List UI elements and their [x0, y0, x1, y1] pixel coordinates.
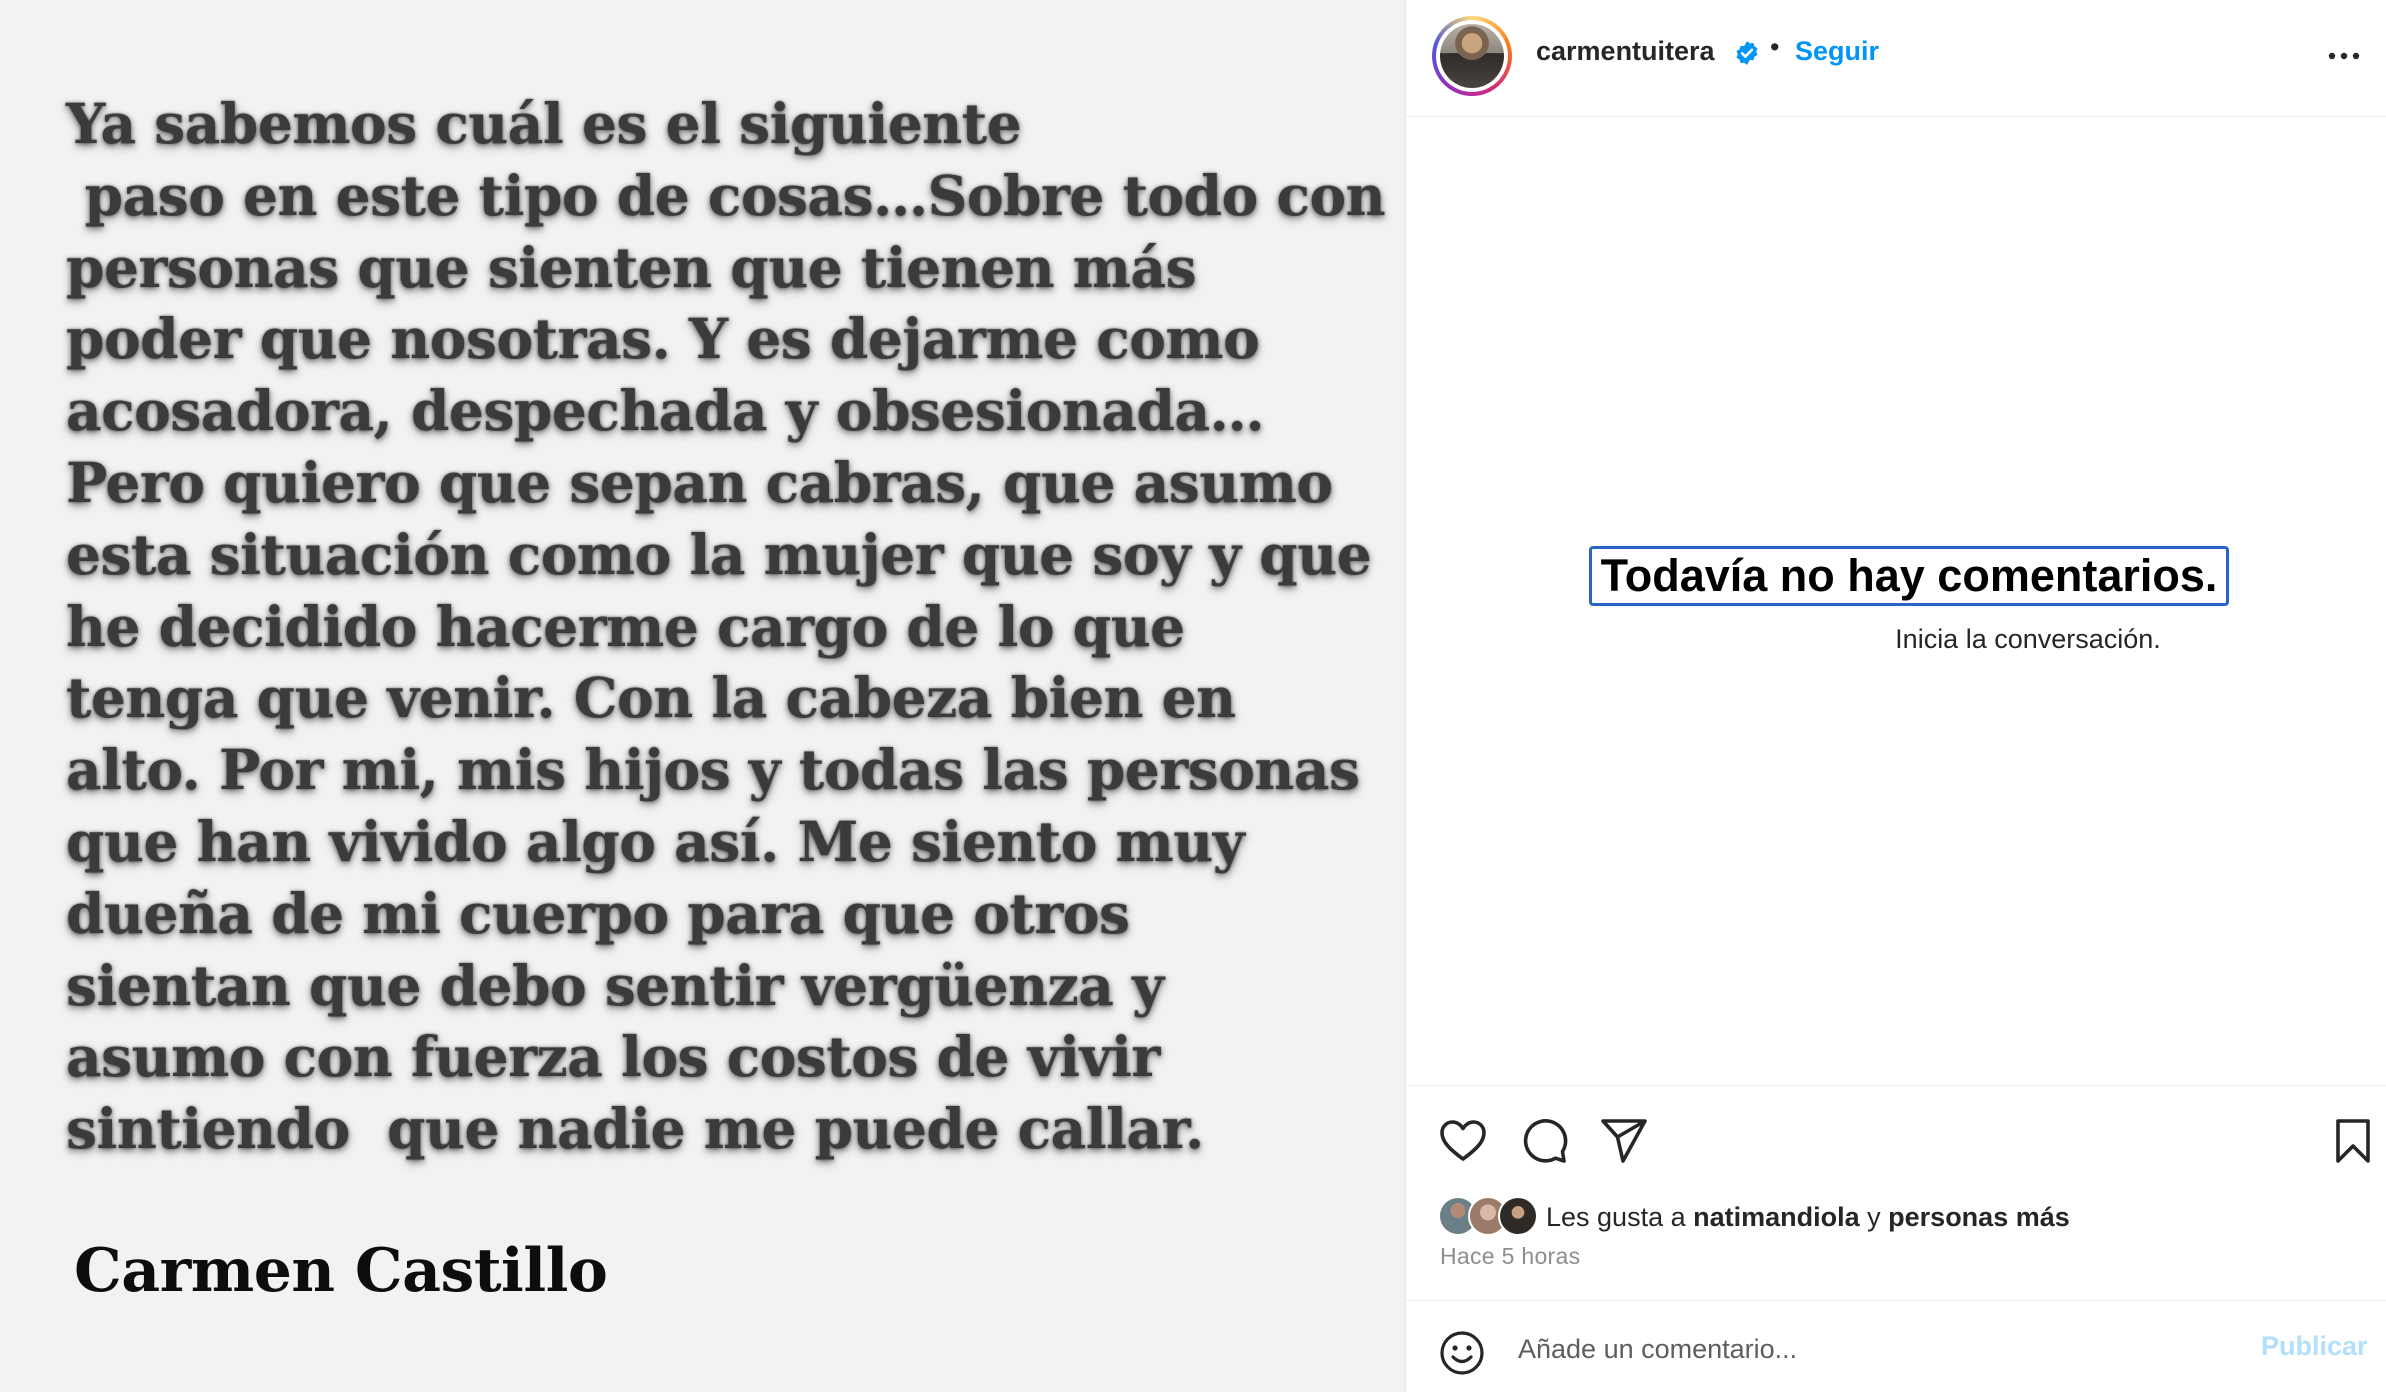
bookmark-icon[interactable]	[2328, 1116, 2378, 1166]
no-comments-subtitle: Inicia la conversación.	[1895, 624, 2161, 654]
share-icon[interactable]	[1599, 1116, 1649, 1166]
statement-line: alto. Por mi, mis hijos y todas las pers…	[66, 737, 1360, 803]
liker-avatars[interactable]	[1438, 1196, 1548, 1236]
likes-conjunction: y	[1859, 1202, 1889, 1232]
statement-line: Ya sabemos cuál es el siguiente	[66, 91, 1022, 156]
statement-line: esta situación como la mujer que soy y q…	[66, 521, 1372, 587]
statement-line: sintiendo que nadie me puede callar.	[66, 1096, 1204, 1162]
statement-line: sientan que debo sentir vergüenza y	[66, 952, 1164, 1018]
statement-line: poder que nosotras. Y es dejarme como	[66, 306, 1260, 372]
statement-text: Ya sabemos cuál es el siguiente paso en …	[66, 88, 1386, 1165]
heart-icon[interactable]	[1438, 1116, 1488, 1166]
avatar[interactable]	[1432, 16, 1512, 96]
post-side-panel: carmentuitera • Seguir Todavía no hay co…	[1405, 0, 2386, 1392]
statement-line: Pero quiero que sepan cabras, que asumo	[66, 449, 1333, 515]
post-timestamp[interactable]: Hace 5 horas	[1440, 1243, 1580, 1270]
signature: Carmen Castillo	[74, 1236, 608, 1306]
likes-summary: Les gusta a natimandiola y personas más	[1546, 1202, 2070, 1233]
liker-avatar	[1498, 1196, 1538, 1236]
statement-line: personas que sienten que tienen más	[66, 234, 1197, 300]
emoji-icon[interactable]	[1438, 1329, 1486, 1377]
follow-button[interactable]: Seguir	[1795, 36, 1879, 67]
statement-line: paso en este tipo de cosas…Sobre todo co…	[66, 162, 1386, 228]
statement-line: tenga que venir. Con la cabeza bien en	[66, 665, 1236, 731]
avatar-frame	[1436, 20, 1508, 92]
no-comments-heading: Todavía no hay comentarios.	[1589, 546, 2229, 606]
statement-line: asumo con fuerza los costos de vivir	[66, 1024, 1160, 1090]
post-actions: Les gusta a natimandiola y personas más …	[1406, 1085, 2386, 1300]
username-link[interactable]: carmentuitera	[1536, 36, 1715, 67]
avatar-photo	[1440, 24, 1504, 88]
liker-username-link[interactable]: natimandiola	[1693, 1202, 1860, 1232]
statement-line: acosadora, despechada y obsesionada…	[66, 378, 1265, 444]
likes-prefix: Les gusta a	[1546, 1202, 1694, 1232]
post-image: Ya sabemos cuál es el siguiente paso en …	[0, 0, 1405, 1392]
post-comment-button[interactable]: Publicar	[2261, 1331, 2368, 1362]
statement-line: que han vivido algo así. Me siento muy	[66, 808, 1245, 874]
other-likers-link[interactable]: personas más	[1888, 1202, 2070, 1232]
post-header: carmentuitera • Seguir	[1406, 0, 2386, 117]
comment-input[interactable]	[1518, 1327, 2238, 1371]
statement-line: he decidido hacerme cargo de lo que	[66, 593, 1185, 659]
statement-line: dueña de mi cuerpo para que otros	[66, 880, 1130, 946]
comment-composer: Publicar	[1406, 1300, 2386, 1392]
more-options-icon[interactable]	[2324, 36, 2364, 76]
separator-dot: •	[1770, 32, 1780, 62]
comment-icon[interactable]	[1519, 1116, 1569, 1166]
verified-badge-icon	[1736, 41, 1758, 65]
